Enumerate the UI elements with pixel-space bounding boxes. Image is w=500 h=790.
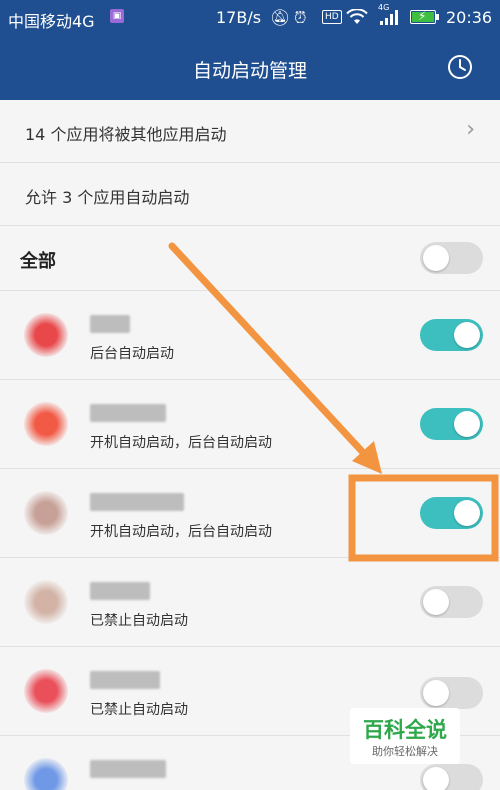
allowed-count-row: 允许 3 个应用自动启动 xyxy=(0,163,500,226)
app-toggle[interactable] xyxy=(420,497,483,529)
chevron-right-icon: › xyxy=(466,117,475,142)
signal-icon xyxy=(380,10,398,25)
watermark-title: 百科全说 xyxy=(363,718,447,742)
app-name xyxy=(90,315,130,333)
wifi-icon xyxy=(346,9,368,24)
hd-icon: HD xyxy=(322,10,342,24)
app-toggle[interactable] xyxy=(420,764,483,790)
app-name xyxy=(90,582,150,600)
app-status: 开机自动启动，后台自动启动 xyxy=(90,524,272,540)
app-icon xyxy=(24,491,68,535)
app-icon xyxy=(24,313,68,357)
app-icon xyxy=(24,580,68,624)
sim-icon: ▣ xyxy=(110,9,124,23)
watermark: 百科全说 助你轻松解决 xyxy=(350,708,460,764)
app-name xyxy=(90,493,184,511)
app-name xyxy=(90,404,166,422)
screen: 中国移动4G ▣ 17B/s 🔕︎ ⏰︎ HD 4G ⚡︎ 20:36 自动启动… xyxy=(0,0,500,790)
mute-icon: 🔕︎ xyxy=(270,8,291,27)
app-row: 开机自动启动，后台自动启动 xyxy=(0,469,500,558)
launched-by-others-row[interactable]: 14 个应用将被其他应用启动 › xyxy=(0,100,500,163)
network-speed: 17B/s xyxy=(216,8,262,27)
all-apps-label: 全部 xyxy=(20,251,56,272)
app-icon xyxy=(24,758,68,790)
allowed-count-label: 允许 3 个应用自动启动 xyxy=(25,188,190,207)
app-name xyxy=(90,671,160,689)
app-header: 自动启动管理 xyxy=(0,36,500,100)
app-row: 后台自动启动 xyxy=(0,291,500,380)
carrier-label: 中国移动4G xyxy=(8,12,95,31)
watermark-subtitle: 助你轻松解决 xyxy=(372,745,438,758)
all-apps-toggle[interactable] xyxy=(420,242,483,274)
app-name xyxy=(90,760,166,778)
app-status: 开机自动启动，后台自动启动 xyxy=(90,435,272,451)
app-toggle[interactable] xyxy=(420,677,483,709)
app-toggle[interactable] xyxy=(420,408,483,440)
page-title: 自动启动管理 xyxy=(192,60,307,82)
all-apps-row: 全部 xyxy=(0,226,500,291)
launched-by-others-label: 14 个应用将被其他应用启动 xyxy=(25,125,227,144)
app-status: 已禁止自动启动 xyxy=(90,702,188,718)
app-row: 开机自动启动，后台自动启动 xyxy=(0,380,500,469)
app-row: 已禁止自动启动 xyxy=(0,558,500,647)
app-toggle[interactable] xyxy=(420,586,483,618)
app-status: 已禁止自动启动 xyxy=(90,613,188,629)
history-clock-icon[interactable] xyxy=(446,53,474,81)
app-status: 后台自动启动 xyxy=(90,346,174,362)
battery-icon: ⚡︎ xyxy=(410,9,439,24)
app-icon xyxy=(24,669,68,713)
clock-time: 20:36 xyxy=(446,8,493,27)
status-bar: 中国移动4G ▣ 17B/s 🔕︎ ⏰︎ HD 4G ⚡︎ 20:36 xyxy=(0,0,500,36)
alarm-icon: ⏰︎ xyxy=(294,8,307,27)
app-toggle[interactable] xyxy=(420,319,483,351)
app-icon xyxy=(24,402,68,446)
